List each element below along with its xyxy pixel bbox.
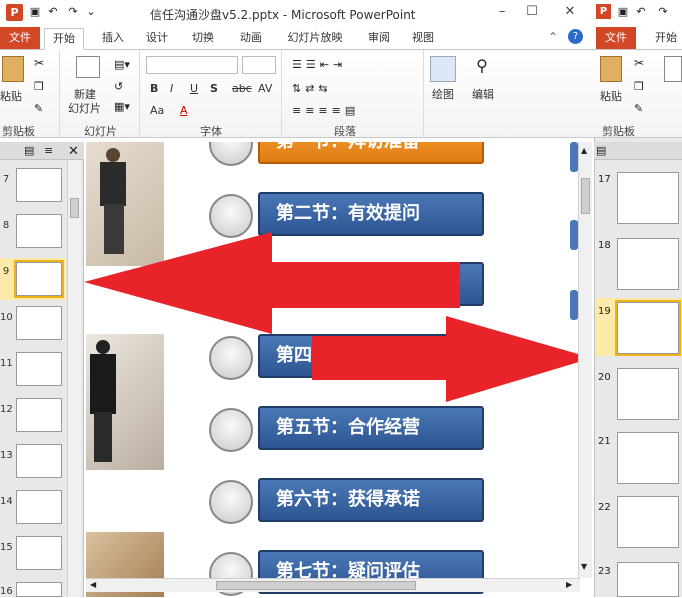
save-icon[interactable]: ▣ bbox=[616, 5, 630, 19]
scroll-down-icon[interactable]: ▼ bbox=[581, 562, 587, 571]
redo-icon[interactable]: ↷ bbox=[656, 5, 670, 19]
format-painter-icon[interactable]: ✎ bbox=[634, 102, 643, 115]
slide-thumbnail[interactable] bbox=[617, 496, 679, 548]
thumb-number: 22 bbox=[598, 502, 611, 513]
slide-thumbnail[interactable] bbox=[617, 172, 679, 224]
scroll-thumb[interactable] bbox=[581, 178, 590, 214]
horizontal-scrollbar[interactable]: ◀ ▶ bbox=[86, 578, 580, 592]
thumb-number: 23 bbox=[598, 566, 611, 577]
left-arrow bbox=[84, 232, 460, 334]
thumb-number: 19 bbox=[598, 306, 611, 317]
thumb-number: 17 bbox=[598, 174, 611, 185]
second-panel-header bbox=[594, 142, 682, 160]
right-arrow bbox=[312, 316, 592, 402]
second-tab-home[interactable]: 开始 bbox=[650, 28, 682, 50]
thumb-number: 18 bbox=[598, 240, 611, 251]
slide-thumbnail[interactable] bbox=[617, 432, 679, 484]
slide-thumbnail[interactable] bbox=[617, 562, 679, 597]
cut-icon[interactable]: ✂ bbox=[634, 56, 644, 70]
tab-home[interactable]: 开始 bbox=[44, 28, 84, 50]
vertical-scrollbar[interactable]: ▲ ▼ bbox=[578, 142, 592, 578]
new-slide-icon[interactable] bbox=[664, 56, 682, 82]
scroll-right-icon[interactable]: ▶ bbox=[566, 580, 572, 589]
second-clipboard-label: 剪贴板 bbox=[602, 125, 635, 138]
hscroll-thumb[interactable] bbox=[216, 581, 416, 590]
slide-thumbnail[interactable] bbox=[617, 238, 679, 290]
slide-thumbnail[interactable] bbox=[617, 368, 679, 420]
thumb-number: 21 bbox=[598, 436, 611, 447]
copy-icon[interactable]: ❐ bbox=[634, 80, 644, 93]
scroll-up-icon[interactable]: ▲ bbox=[581, 146, 587, 155]
thumb-number: 20 bbox=[598, 372, 611, 383]
paste-icon[interactable] bbox=[600, 56, 622, 82]
powerpoint-icon: P bbox=[596, 4, 611, 19]
undo-icon[interactable]: ↶ bbox=[634, 5, 648, 19]
second-tab-file[interactable]: 文件 bbox=[596, 27, 636, 49]
scroll-left-icon[interactable]: ◀ bbox=[90, 580, 96, 589]
second-paste-button[interactable]: 粘贴 bbox=[600, 88, 622, 104]
slides-tab-icon[interactable]: ▤ bbox=[596, 144, 606, 157]
slide-thumbnail-selected[interactable] bbox=[615, 300, 681, 356]
